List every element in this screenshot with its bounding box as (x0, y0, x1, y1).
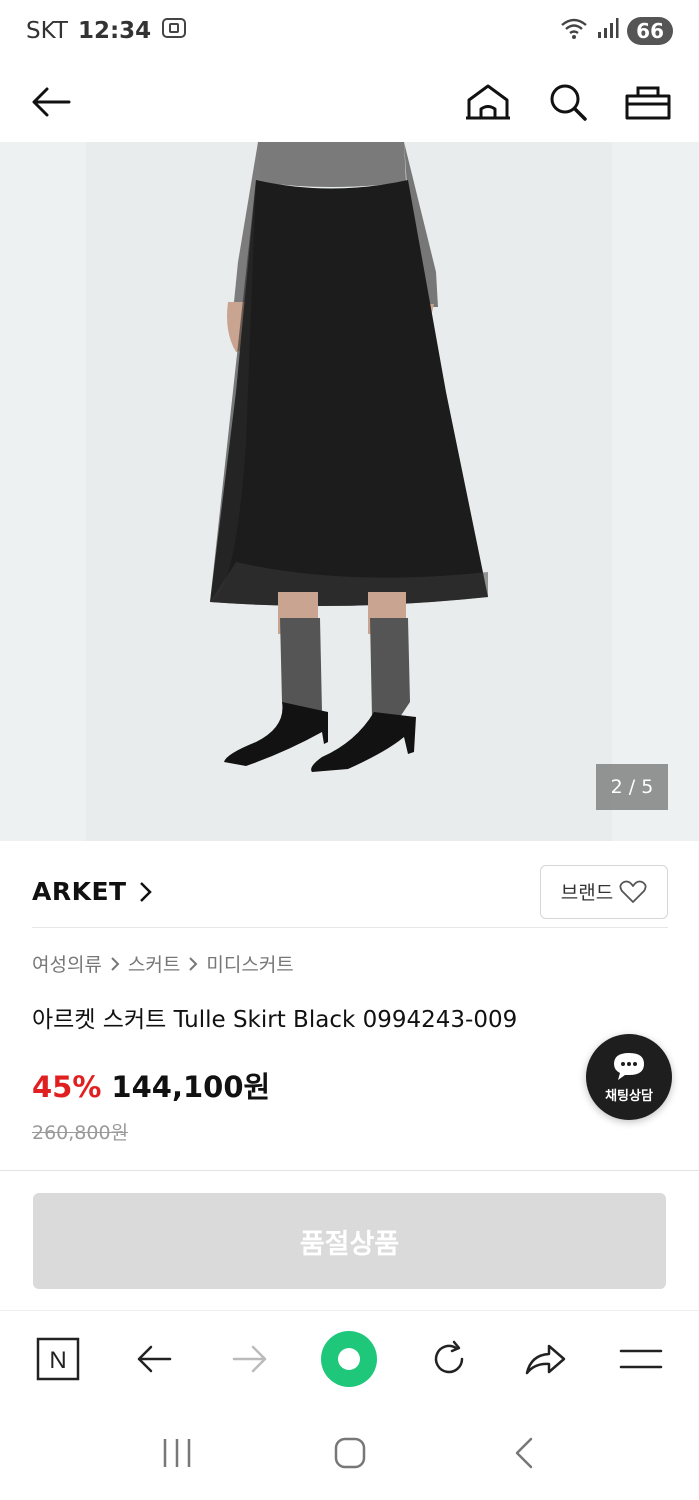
share-button[interactable] (520, 1334, 570, 1384)
breadcrumb-item[interactable]: 미디스커트 (206, 950, 293, 977)
recent-apps-button[interactable] (152, 1428, 202, 1478)
recent-apps-icon (163, 1439, 190, 1467)
naver-n-icon: N (36, 1337, 80, 1380)
wifi-icon (559, 16, 589, 46)
system-navigation-bar (0, 1406, 699, 1500)
sale-price: 144,100원 (111, 1070, 271, 1104)
arrow-left-icon (137, 1345, 172, 1372)
brand-like-button[interactable]: 브랜드 (540, 864, 668, 919)
chevron-right-icon (189, 956, 198, 971)
carrier-label: SKT (26, 18, 68, 44)
hamburger-menu-icon (619, 1349, 663, 1368)
refresh-icon (434, 1340, 463, 1373)
home-icon (466, 84, 510, 120)
breadcrumb-item[interactable]: 여성의류 (32, 950, 102, 977)
cart-button[interactable] (623, 77, 673, 127)
chevron-left-icon (515, 1437, 532, 1469)
brand-row: ARKET 브랜드 (32, 856, 668, 928)
browser-back-button[interactable] (129, 1334, 179, 1384)
system-home-button[interactable] (325, 1428, 375, 1478)
screen-capture-icon (161, 16, 187, 46)
battery-indicator: 66 (627, 17, 673, 45)
discount-rate: 45% (32, 1070, 102, 1104)
svg-text:N: N (49, 1347, 66, 1374)
search-icon (550, 84, 587, 121)
arrow-right-icon (233, 1345, 267, 1372)
product-title: 아르켓 스커트 Tulle Skirt Black 0994243-009 (32, 1007, 518, 1033)
purchase-bar: 품절상품 (0, 1170, 699, 1310)
brand-name: ARKET (32, 877, 127, 906)
product-photo (86, 142, 612, 841)
back-button[interactable] (26, 77, 76, 127)
green-dot-icon (338, 1347, 361, 1370)
price-row: 45% 144,100원 (32, 1064, 270, 1106)
clock: 12:34 (77, 18, 152, 44)
status-bar: SKT 12:34 66 (0, 0, 699, 62)
breadcrumb: 여성의류 스커트 미디스커트 (32, 950, 294, 977)
heart-icon (619, 880, 647, 903)
home-square-icon (334, 1437, 365, 1469)
browser-toolbar: N (0, 1310, 699, 1406)
soldout-button[interactable]: 품절상품 (33, 1193, 666, 1289)
search-button[interactable] (543, 77, 593, 127)
chat-consult-button[interactable]: 채팅상담 (586, 1034, 672, 1120)
chevron-right-icon (111, 956, 120, 971)
app-header (0, 62, 699, 142)
chevron-right-icon (139, 881, 152, 902)
naver-home-button[interactable]: N (33, 1334, 83, 1384)
original-price: 260,800원 (32, 1122, 129, 1144)
signal-icon (597, 17, 619, 45)
image-counter: 2 / 5 (596, 764, 668, 810)
brand-link[interactable]: ARKET (32, 877, 153, 906)
refresh-button[interactable] (424, 1334, 474, 1384)
chat-bubble-icon (614, 1052, 644, 1080)
breadcrumb-item[interactable]: 스커트 (128, 950, 180, 977)
shopping-basket-icon (625, 86, 671, 120)
chat-label: 채팅상담 (605, 1088, 653, 1104)
arrow-left-icon (32, 87, 71, 117)
menu-button[interactable] (616, 1334, 666, 1384)
system-back-button[interactable] (498, 1428, 548, 1478)
naver-green-dot-button[interactable] (321, 1330, 378, 1387)
product-image-carousel[interactable] (0, 142, 699, 841)
browser-forward-button[interactable] (225, 1334, 275, 1384)
share-arrow-icon (525, 1344, 566, 1374)
brand-like-label: 브랜드 (560, 882, 614, 904)
home-button[interactable] (463, 77, 513, 127)
